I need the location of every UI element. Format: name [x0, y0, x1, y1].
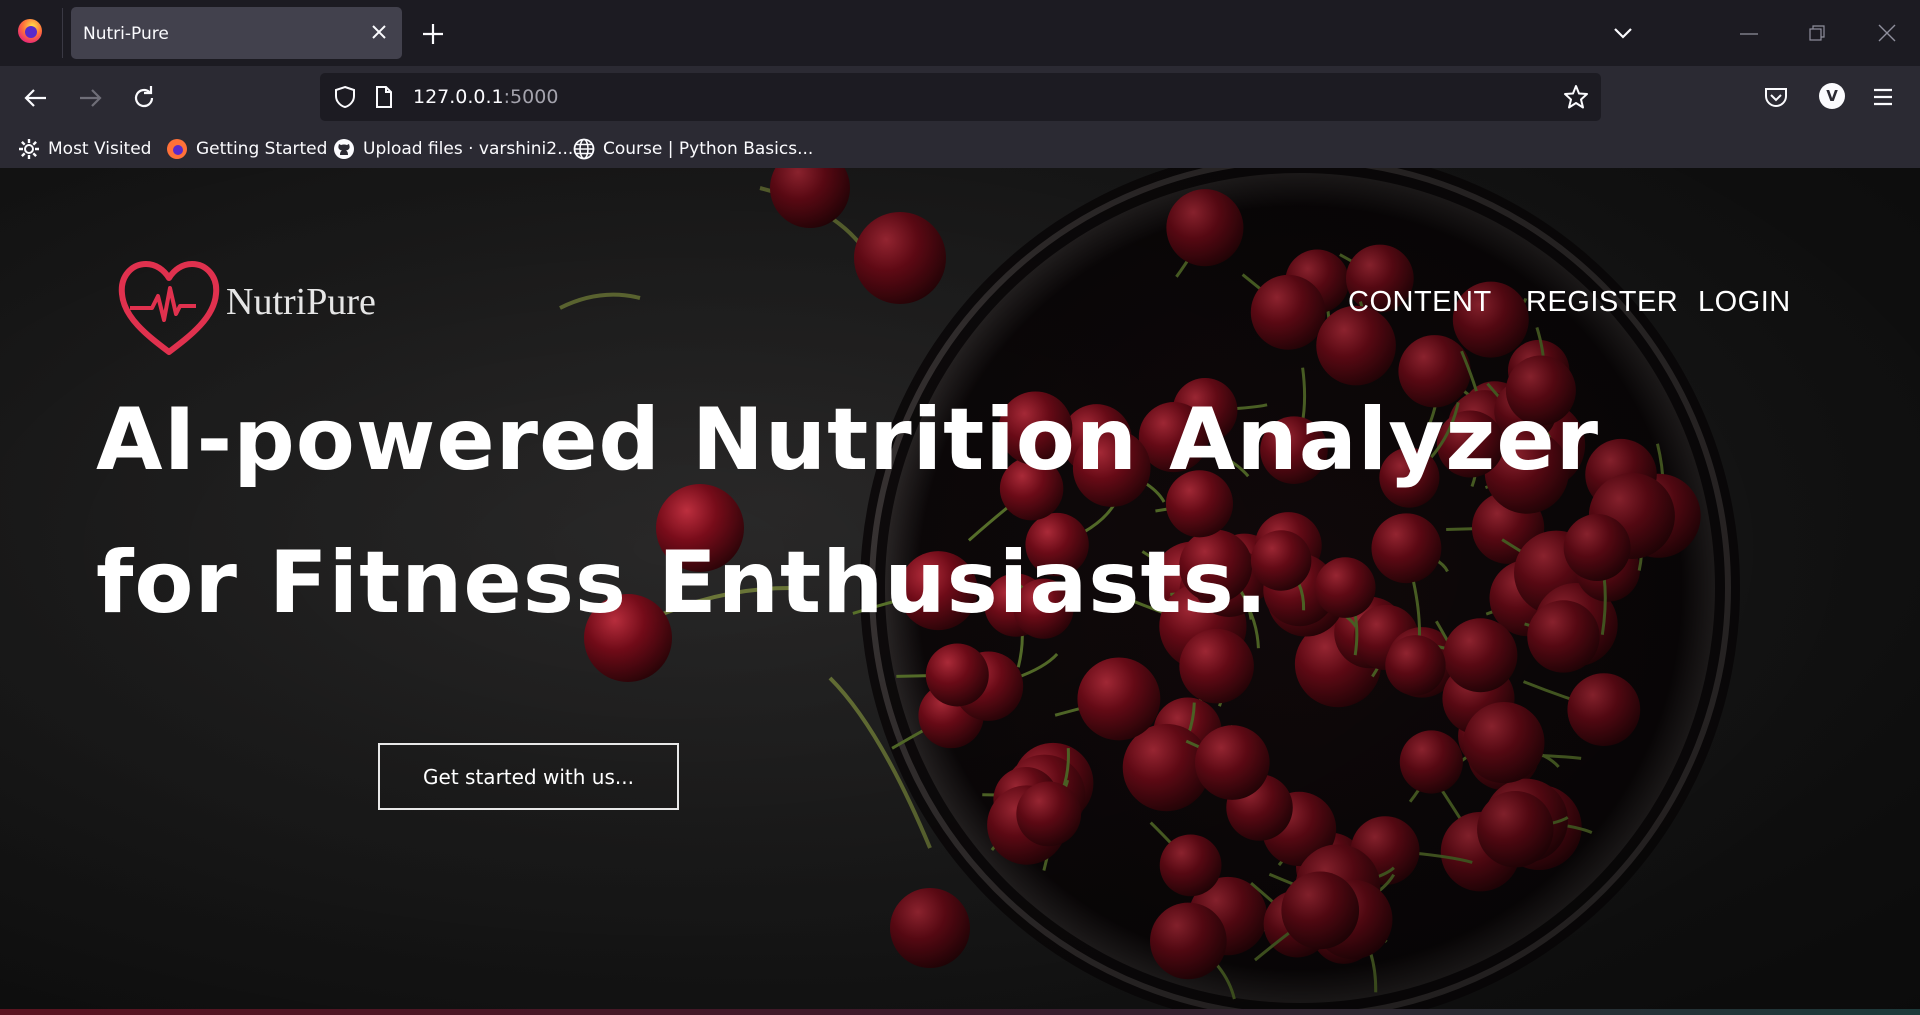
url-port: :5000	[503, 86, 559, 108]
brand-name[interactable]: NutriPure	[226, 280, 376, 324]
bookmark-star-icon[interactable]	[1563, 84, 1589, 110]
bookmark-label: Course | Python Basics...	[603, 139, 814, 159]
account-avatar[interactable]: V	[1819, 83, 1845, 109]
tab-bar: Nutri-Pure	[0, 0, 1920, 66]
nav-link-content[interactable]: CONTENT	[1348, 286, 1492, 319]
bottom-divider	[0, 1009, 1920, 1015]
bookmark-getting-started[interactable]: Getting Started	[166, 135, 327, 163]
bookmarks-toolbar: Most Visited Getting Started Upload file…	[0, 130, 1920, 168]
url-text[interactable]: 127.0.0.1:5000	[413, 86, 558, 108]
landing-page: NutriPure CONTENT REGISTER LOGIN AI-powe…	[0, 168, 1920, 1015]
bookmark-label: Getting Started	[196, 139, 328, 159]
url-host: 127.0.0.1	[413, 86, 504, 108]
bookmark-most-visited[interactable]: Most Visited	[18, 135, 151, 163]
tab-separator	[62, 8, 63, 58]
tab-nutri-pure[interactable]: Nutri-Pure	[71, 7, 402, 59]
nutripure-heart-logo[interactable]	[118, 258, 220, 358]
hero-title-line-1: AI-powered Nutrition Analyzer	[96, 390, 1600, 490]
shield-icon[interactable]	[332, 84, 358, 110]
back-icon[interactable]	[21, 83, 51, 113]
restore-icon[interactable]	[1806, 22, 1828, 44]
minimize-icon[interactable]	[1736, 24, 1762, 44]
firefox-menu-icon[interactable]	[17, 18, 43, 44]
tab-title: Nutri-Pure	[83, 24, 169, 44]
close-tab-icon[interactable]	[368, 21, 390, 43]
firefox-icon	[167, 139, 187, 159]
bookmark-upload-files[interactable]: Upload files · varshini2...	[333, 135, 573, 163]
get-started-button[interactable]: Get started with us...	[378, 743, 679, 810]
bookmark-label: Most Visited	[48, 139, 152, 159]
forward-icon[interactable]	[75, 83, 105, 113]
chevron-down-icon[interactable]	[1612, 22, 1634, 44]
globe-icon	[573, 138, 595, 160]
hamburger-menu-icon[interactable]	[1870, 85, 1896, 109]
url-bar[interactable]: 127.0.0.1:5000	[320, 73, 1601, 121]
hero-title-line-2: for Fitness Enthusiasts.	[96, 533, 1269, 633]
navigation-toolbar: 127.0.0.1:5000 V	[0, 66, 1920, 130]
bookmark-label: Upload files · varshini2...	[363, 139, 574, 159]
page-info-icon[interactable]	[373, 84, 395, 110]
close-window-icon[interactable]	[1874, 20, 1900, 46]
new-tab-icon[interactable]	[420, 21, 446, 47]
gear-icon	[19, 139, 39, 159]
nav-link-login[interactable]: LOGIN	[1698, 286, 1791, 319]
nav-link-register[interactable]: REGISTER	[1526, 286, 1678, 319]
bookmark-course-python[interactable]: Course | Python Basics...	[573, 135, 813, 163]
reload-icon[interactable]	[129, 83, 159, 113]
github-icon	[334, 139, 354, 159]
pocket-icon[interactable]	[1762, 83, 1790, 111]
